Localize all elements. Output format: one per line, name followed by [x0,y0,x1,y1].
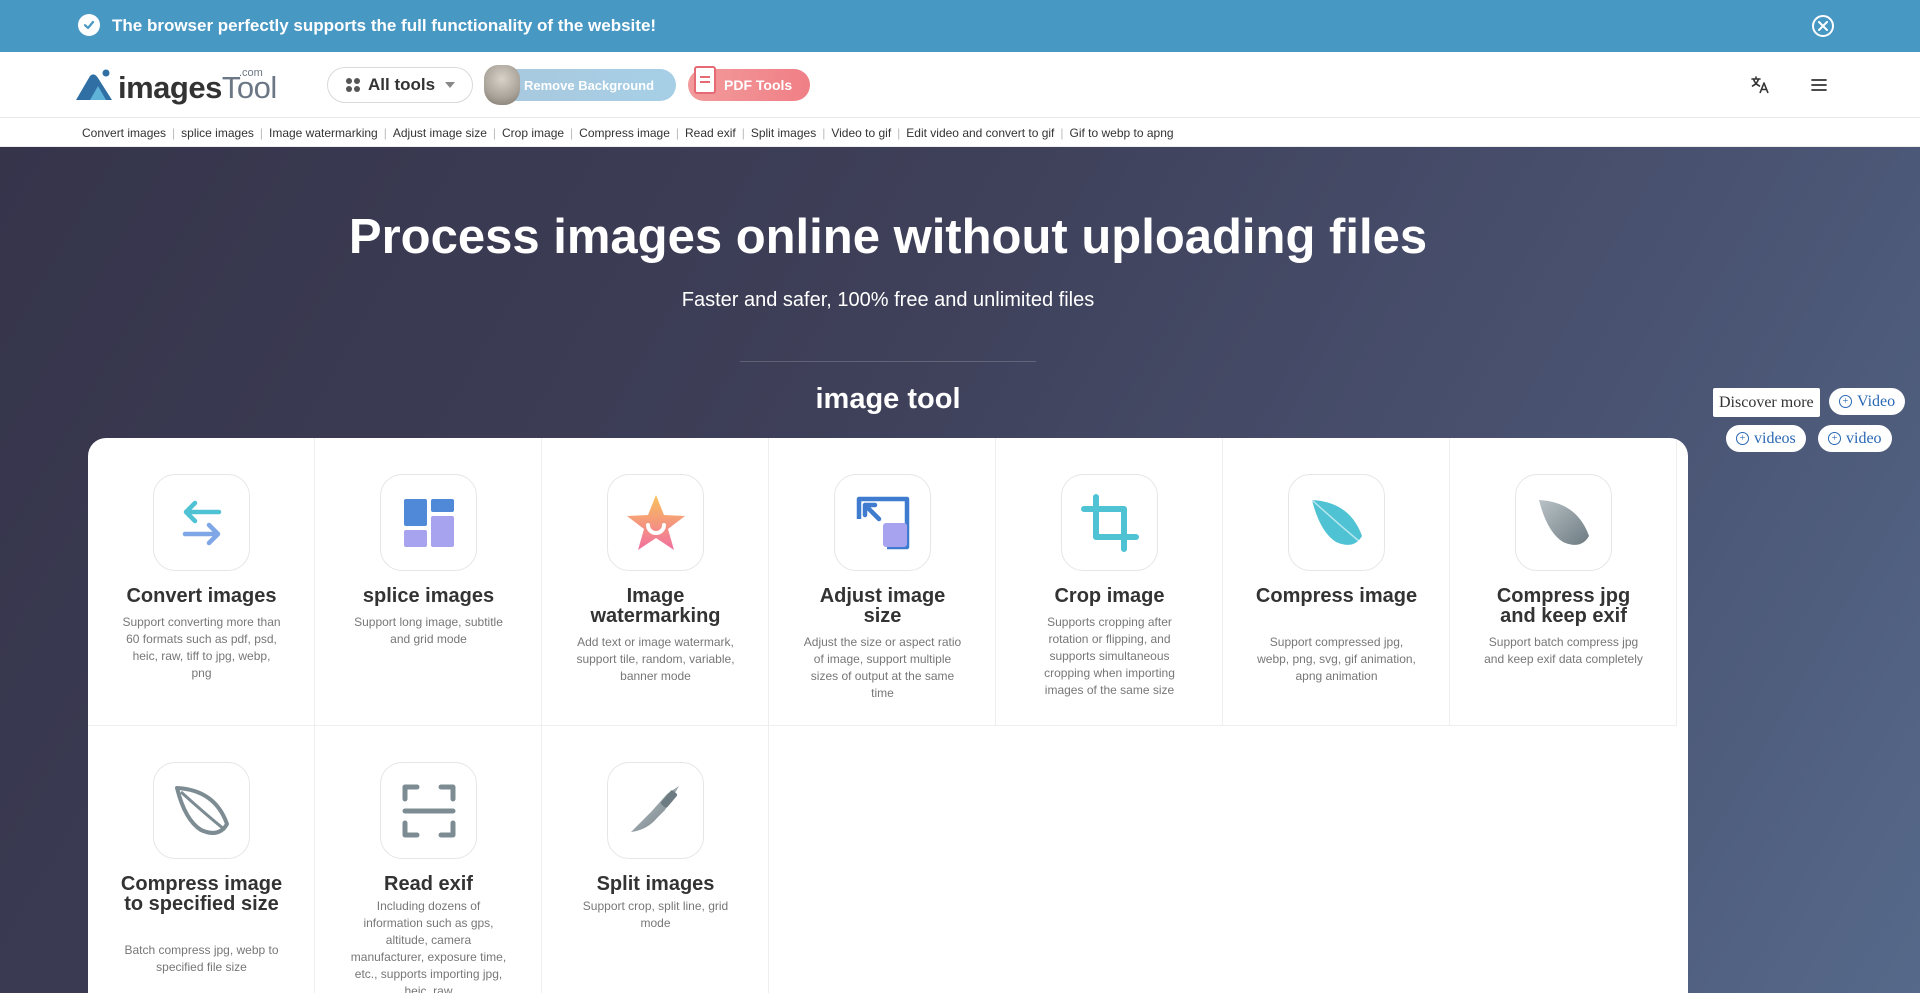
subnav-adjust-image-size[interactable]: Adjust image size [393,126,487,140]
tool-description: Support converting more than 60 formats … [122,615,281,680]
tool-description: Support crop, split line, grid mode [582,899,729,930]
banner-message: The browser perfectly supports the full … [112,16,657,35]
tool-card-convert-images[interactable]: Convert images Support converting more t… [88,438,315,726]
subnav-crop-image[interactable]: Crop image [502,126,564,140]
subnav-image-watermarking[interactable]: Image watermarking [269,126,378,140]
tool-description: Support batch compress jpg and keep exif… [1484,635,1643,666]
logo-com: .com [239,67,263,79]
pdf-tools-label: PDF Tools [724,77,793,93]
tool-title: Compress image [1255,585,1418,607]
tool-title: Compress jpg and keep exif [1496,585,1631,627]
tool-card-image-watermarking[interactable]: Image watermarking Add text or image wat… [542,438,769,726]
subnav-separator: | [383,125,387,140]
plus-circle-icon: + [1839,395,1852,408]
tool-description: Add text or image watermark, support til… [576,635,735,683]
feather-outline-icon [153,762,250,859]
hero-title: Process images online without uploading … [348,210,1428,264]
tool-card-splice-images[interactable]: splice images Support long image, subtit… [315,438,542,726]
feather-gray-icon [1515,474,1612,571]
tool-title: splice images [362,585,495,607]
tool-title: Split images [596,873,715,895]
tool-title: Convert images [126,585,277,607]
tool-description: Support long image, subtitle and grid mo… [354,615,503,646]
tool-card-compress-image[interactable]: Compress image Support compressed jpg, w… [1223,438,1450,726]
tool-title: Compress image to specified size [120,873,283,915]
tool-card-compress-jpg-keep-exif[interactable]: Compress jpg and keep exif Support batch… [1450,438,1677,726]
scan-icon [380,762,477,859]
tool-card-read-exif[interactable]: Read exif Including dozens of informatio… [315,726,542,993]
cat-thumbnail-icon [484,65,520,105]
subnav-separator: | [675,125,679,140]
tool-title: Adjust image size [819,585,946,627]
videos-link-label: videos [1754,429,1796,447]
tool-title: Image watermarking [590,585,721,627]
crop-icon [1061,474,1158,571]
knife-icon [607,762,704,859]
video-link-label: Video [1857,392,1896,410]
tool-description: Support compressed jpg, webp, png, svg, … [1257,635,1416,683]
subnav-separator: | [897,125,901,140]
video-link-label-2: video [1846,429,1882,447]
subnav-compress-image[interactable]: Compress image [579,126,670,140]
site-header: imagesTool .com All tools Remove Backgro… [0,52,1920,118]
tool-description: Adjust the size or aspect ratio of image… [803,635,962,700]
site-logo[interactable]: imagesTool .com [76,64,286,105]
remove-background-label: Remove Background [524,77,655,93]
subnav-separator: | [741,125,745,140]
tool-card-crop-image[interactable]: Crop image Supports cropping after rotat… [996,438,1223,726]
subnav-separator: | [1060,125,1064,140]
remove-background-button[interactable]: Remove Background [484,65,676,105]
subnav-convert-images[interactable]: Convert images [82,126,166,140]
tool-title: Crop image [1054,585,1165,607]
tool-card-compress-to-size[interactable]: Compress image to specified size Batch c… [88,726,315,993]
tool-card-split-images[interactable]: Split images Support crop, split line, g… [542,726,769,993]
feather-icon [1288,474,1385,571]
translate-icon[interactable] [1746,71,1774,99]
subnav-separator: | [492,125,497,140]
subnav-splice-images[interactable]: splice images [181,126,254,140]
subnav-separator: | [822,125,826,140]
discover-more-label: Discover more [1713,388,1820,417]
video-link-pill-2[interactable]: + video [1818,425,1892,452]
section-divider [740,361,1036,362]
apps-grid-icon [346,78,360,92]
subnav-gif-to-webp-apng[interactable]: Gif to webp to apng [1070,126,1174,140]
all-tools-label: All tools [368,75,436,94]
subnav-video-to-gif[interactable]: Video to gif [831,126,891,140]
subnav-separator: | [172,125,176,140]
tool-description: Supports cropping after rotation or flip… [1044,615,1175,697]
plus-circle-icon: + [1736,432,1749,445]
tool-card-adjust-image-size[interactable]: Adjust image size Adjust the size or asp… [769,438,996,726]
subnav-separator: | [570,125,574,140]
hero-subtitle: Faster and safer, 100% free and unlimite… [681,289,1095,311]
subnav-edit-video-to-gif[interactable]: Edit video and convert to gif [906,126,1054,140]
star-badge-icon [607,474,704,571]
section-title: image tool [815,383,961,415]
tool-title: Read exif [384,873,473,895]
pdf-tools-button[interactable]: PDF Tools [688,66,810,101]
tool-description: Batch compress jpg, webp to specified fi… [124,943,279,974]
tools-panel: Convert images Support converting more t… [88,438,1688,993]
check-circle-icon [78,14,100,36]
top-banner: The browser perfectly supports the full … [0,0,1920,52]
pdf-document-icon [694,66,716,94]
arrows-swap-icon [153,474,250,571]
videos-link-pill[interactable]: + videos [1726,425,1806,452]
chevron-down-icon [445,82,456,88]
subnav-read-exif[interactable]: Read exif [685,126,736,140]
logo-mark-icon [76,69,112,100]
close-circle-icon[interactable] [1812,15,1834,37]
tools-subnav: Convert images | splice images | Image wat… [0,119,1920,147]
subnav-split-images[interactable]: Split images [751,126,816,140]
grid-layout-icon [380,474,477,571]
video-link-pill[interactable]: + Video [1829,388,1906,415]
tool-description: Including dozens of information such as … [350,899,507,993]
subnav-separator: | [259,125,263,140]
resize-icon [834,474,931,571]
all-tools-dropdown[interactable]: All tools [327,67,473,103]
plus-circle-icon: + [1828,432,1841,445]
hamburger-menu-icon[interactable] [1805,71,1833,99]
